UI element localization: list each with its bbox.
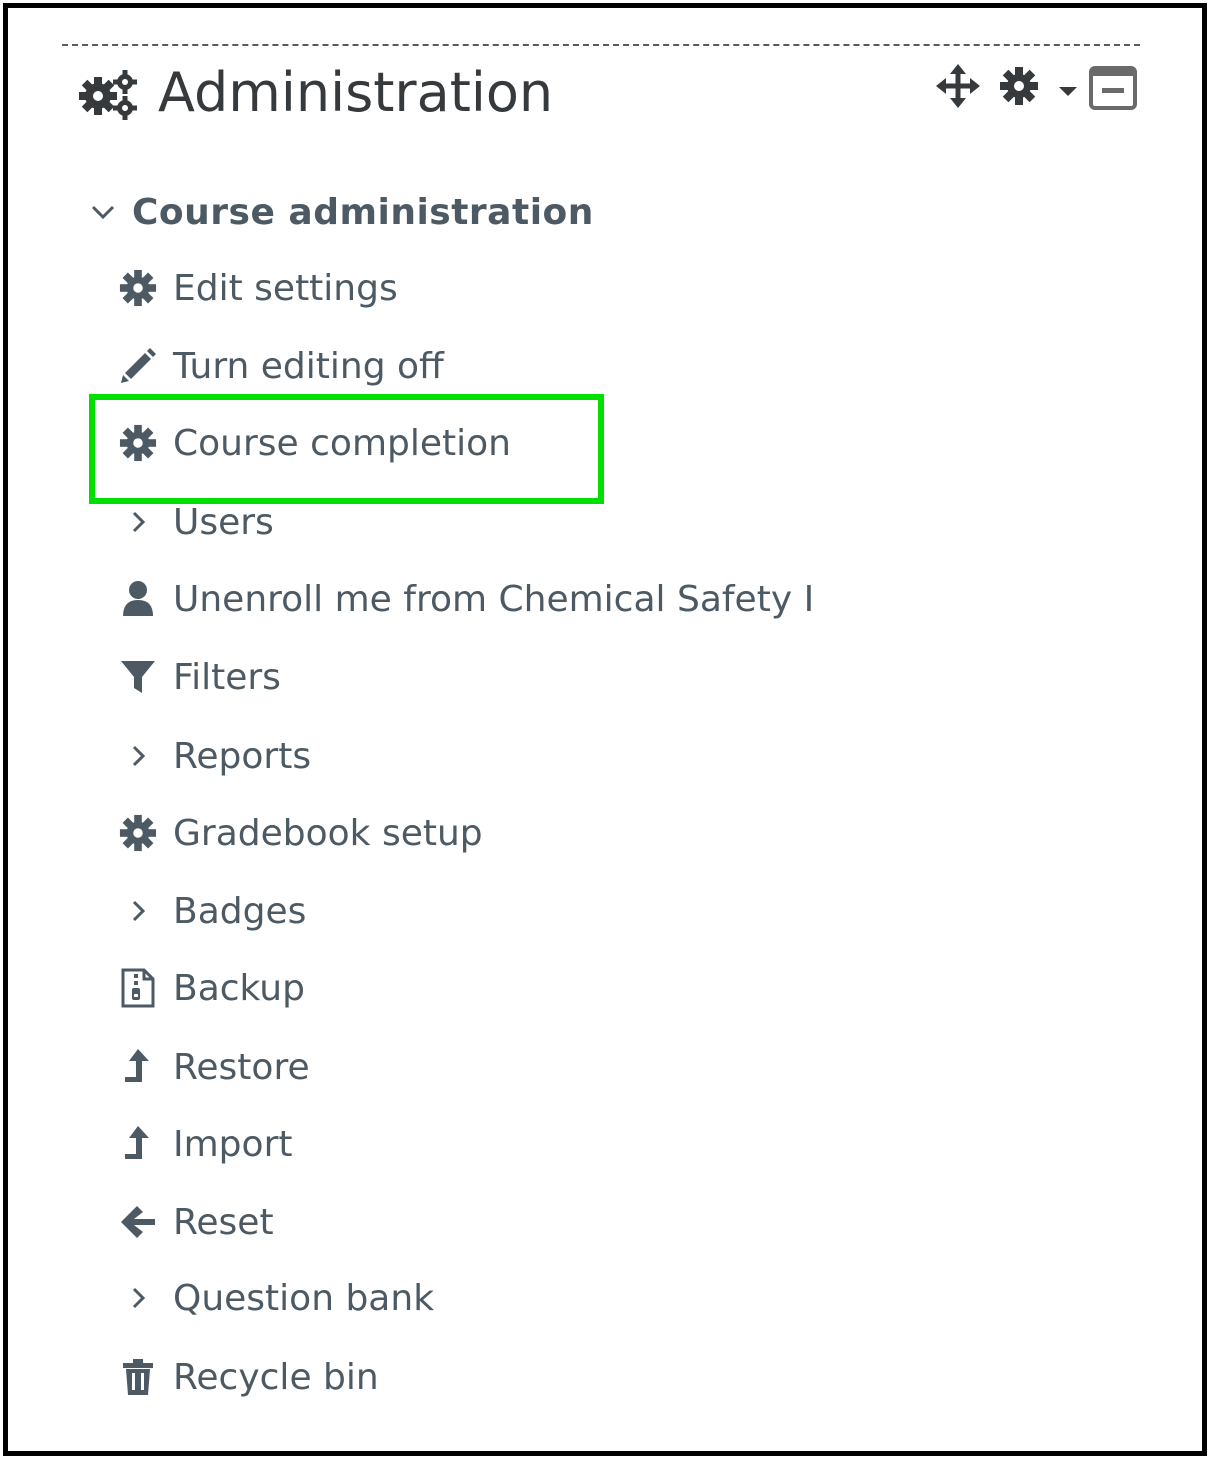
chevron-right-icon — [118, 1278, 158, 1318]
nav-item-edit-settings[interactable]: Edit settings — [118, 258, 398, 318]
nav-item-badges[interactable]: Badges — [118, 881, 306, 941]
nav-item-label: Reset — [173, 1201, 274, 1243]
filter-icon — [118, 657, 158, 697]
file-archive-icon — [118, 968, 158, 1008]
nav-item-gradebook-setup[interactable]: Gradebook setup — [118, 803, 483, 863]
nav-item-label: Backup — [173, 967, 305, 1009]
nav-item-label: Turn editing off — [173, 345, 444, 387]
upload-arrow-icon — [118, 1124, 158, 1164]
move-arrows-icon[interactable] — [936, 64, 980, 112]
nav-item-filters[interactable]: Filters — [118, 647, 281, 707]
minus-square-icon[interactable] — [1089, 66, 1137, 114]
trash-icon — [118, 1357, 158, 1397]
nav-item-label: Gradebook setup — [173, 812, 483, 854]
user-icon — [118, 579, 158, 619]
gear-icon — [118, 423, 158, 463]
nav-item-label: Import — [173, 1123, 293, 1165]
pencil-icon — [118, 346, 158, 386]
nav-item-recycle-bin[interactable]: Recycle bin — [118, 1347, 379, 1407]
nav-item-unenroll[interactable]: Unenroll me from Chemical Safety I — [118, 569, 814, 629]
arrow-left-icon — [118, 1202, 158, 1242]
nav-item-label: Reports — [173, 735, 312, 777]
cogs-icon — [78, 68, 138, 120]
chevron-right-icon — [118, 736, 158, 776]
nav-item-turn-editing-off[interactable]: Turn editing off — [118, 336, 444, 396]
nav-item-question-bank[interactable]: Question bank — [118, 1268, 434, 1328]
nav-item-label: Question bank — [173, 1277, 435, 1319]
nav-item-import[interactable]: Import — [118, 1114, 292, 1174]
nav-item-label: Unenroll me from Chemical Safety I — [173, 578, 815, 620]
nav-item-label: Badges — [173, 890, 307, 932]
upload-arrow-icon — [118, 1047, 158, 1087]
section-course-administration[interactable]: Course administration — [88, 186, 594, 238]
gear-icon[interactable] — [999, 66, 1039, 110]
nav-item-backup[interactable]: Backup — [118, 958, 305, 1018]
nav-item-label: Restore — [173, 1046, 310, 1088]
nav-item-users[interactable]: Users — [118, 492, 274, 552]
gear-icon — [118, 813, 158, 853]
caret-down-icon[interactable] — [1059, 82, 1077, 101]
drop-zone-divider — [62, 44, 1140, 46]
chevron-right-icon — [118, 502, 158, 542]
nav-item-label: Recycle bin — [173, 1356, 379, 1398]
chevron-right-icon — [118, 891, 158, 931]
nav-item-label: Edit settings — [173, 267, 398, 309]
chevron-down-icon — [88, 197, 118, 227]
nav-item-label: Course completion — [173, 422, 511, 464]
nav-item-reset[interactable]: Reset — [118, 1192, 274, 1252]
nav-item-label: Filters — [173, 656, 281, 698]
block-title: Administration — [158, 61, 554, 124]
nav-item-course-completion[interactable]: Course completion — [118, 413, 511, 473]
gear-icon — [118, 268, 158, 308]
nav-item-reports[interactable]: Reports — [118, 726, 311, 786]
nav-item-label: Users — [173, 501, 274, 543]
nav-item-restore[interactable]: Restore — [118, 1037, 310, 1097]
section-label: Course administration — [132, 191, 594, 233]
